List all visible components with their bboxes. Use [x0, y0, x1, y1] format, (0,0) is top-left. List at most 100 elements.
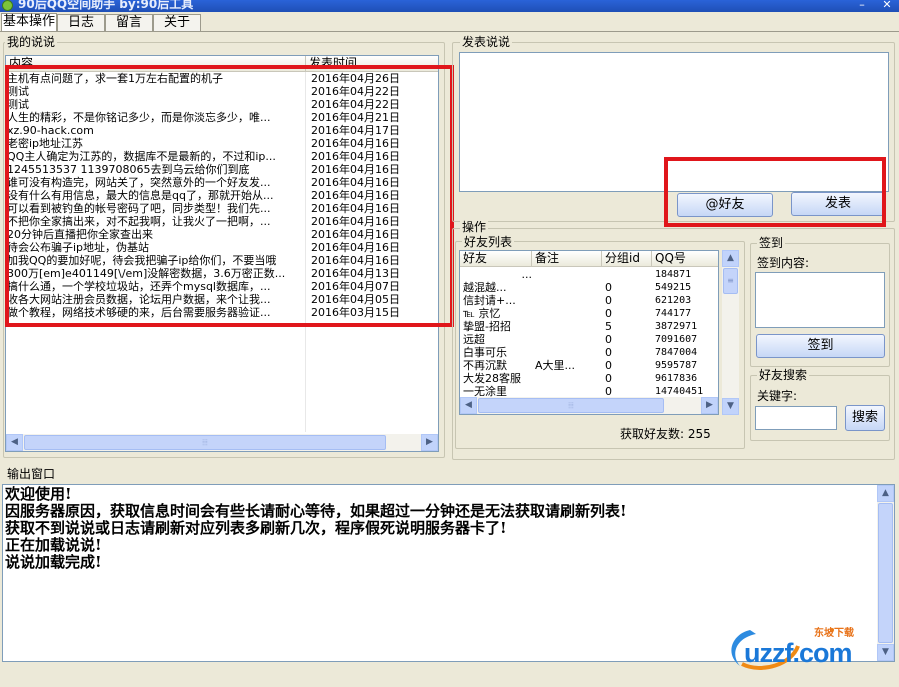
- post-content-cell: 300万[em]e401149[\/em]没解密数据，3.6万密正数...: [7, 267, 286, 280]
- post-content-cell: 谁可没有构造完，网站关了，突然意外的一个好友发...: [7, 176, 271, 189]
- friend-name-cell: ...: [521, 268, 533, 281]
- table-row[interactable]: QQ主人确定为江苏的，数据库不是最新的，不过和ip... 2016年04月16日: [6, 150, 438, 163]
- posts-hscrollbar[interactable]: ◀ ⦙⦙⦙ ▶: [6, 434, 438, 451]
- table-row[interactable]: 收各大网站注册会员数据，论坛用户数据，来个让我... 2016年04月05日: [6, 293, 438, 306]
- table-row[interactable]: 1245513537 1139708065去到乌云给你们到底 2016年04月16…: [6, 163, 438, 176]
- table-row[interactable]: 不把你全家搞出来，对不起我啊，让我火了一把啊，... 2016年04月16日: [6, 215, 438, 228]
- table-row[interactable]: 挚盟-招招 5 3872971: [460, 320, 718, 333]
- table-row[interactable]: 测试 2016年04月22日: [6, 98, 438, 111]
- friends-list[interactable]: 好友 备注 分组id QQ号 ... 184871 越混越... 0 549215 信封请…: [459, 250, 719, 415]
- column-header-note[interactable]: 备注: [532, 251, 602, 266]
- signin-content-input[interactable]: [755, 272, 885, 328]
- keyword-input[interactable]: [755, 406, 837, 430]
- tab-blog[interactable]: 日志: [57, 14, 105, 32]
- search-label: 好友搜索: [757, 368, 810, 382]
- scroll-thumb[interactable]: ⦙⦙⦙: [478, 398, 664, 413]
- my-posts-list[interactable]: 内容 发表时间 主机有点问题了，求一套1万左右配置的机子 2016年04月26日测…: [5, 55, 439, 452]
- friend-qq-cell: 9617836: [655, 373, 698, 384]
- table-row[interactable]: ℡ 京忆 0 744177: [460, 307, 718, 320]
- column-header-group[interactable]: 分组id: [602, 251, 652, 266]
- table-row[interactable]: 20分钟后直播把你全家查出来 2016年04月16日: [6, 228, 438, 241]
- friend-name-cell: 越混越...: [463, 281, 507, 294]
- post-content-cell: 主机有点问题了，求一套1万左右配置的机子: [7, 72, 223, 85]
- table-row[interactable]: 信封请+... 0 621203: [460, 294, 718, 307]
- post-date-cell: 2016年04月16日: [311, 189, 400, 202]
- tab-messages[interactable]: 留言: [105, 14, 153, 32]
- table-row[interactable]: 人生的精彩，不是你铭记多少，而是你淡忘多少，唯... 2016年04月21日: [6, 111, 438, 124]
- table-row[interactable]: 待会公布骗子ip地址，伪基站 2016年04月16日: [6, 241, 438, 254]
- table-row[interactable]: 谁可没有构造完，网站关了，突然意外的一个好友发... 2016年04月16日: [6, 176, 438, 189]
- scroll-thumb[interactable]: ⦙⦙⦙: [24, 435, 386, 450]
- table-row[interactable]: xz.90-hack.com 2016年04月17日: [6, 124, 438, 137]
- column-header-qq[interactable]: QQ号: [652, 251, 718, 266]
- post-date-cell: 2016年04月16日: [311, 228, 400, 241]
- scroll-left-icon[interactable]: ◀: [460, 397, 477, 414]
- friend-note-cell: A大里...: [535, 359, 576, 372]
- post-content-cell: 不把你全家搞出来，对不起我啊，让我火了一把啊，...: [7, 215, 271, 228]
- friends-vscrollbar[interactable]: ▲ ≡ ▼: [722, 250, 739, 415]
- table-row[interactable]: ... 184871: [460, 268, 718, 281]
- friend-name-cell: 远超: [463, 333, 485, 346]
- table-row[interactable]: 测试 2016年04月22日: [6, 85, 438, 98]
- friends-hscrollbar[interactable]: ◀ ⦙⦙⦙ ▶: [460, 397, 718, 414]
- actions-label: 操作: [460, 220, 489, 234]
- friend-qq-cell: 549215: [655, 282, 692, 293]
- post-content-cell: xz.90-hack.com: [7, 124, 94, 137]
- table-row[interactable]: 没有什么有用信息，最大的信息是qq了，那就开始从... 2016年04月16日: [6, 189, 438, 202]
- title-bar: 90后QQ空间助手 by:90后工具 – ✕: [0, 0, 899, 12]
- column-header-friend[interactable]: 好友: [460, 251, 532, 266]
- post-content-cell: 待会公布骗子ip地址，伪基站: [7, 241, 150, 254]
- minimize-button[interactable]: –: [851, 0, 873, 11]
- friend-qq-cell: 7091607: [655, 334, 698, 345]
- friend-name-cell: 挚盟-招招: [463, 320, 511, 333]
- friends-header: 好友 备注 分组id QQ号: [460, 251, 718, 267]
- table-row[interactable]: 远超 0 7091607: [460, 333, 718, 346]
- scroll-up-icon[interactable]: ▲: [877, 485, 894, 502]
- table-row[interactable]: 主机有点问题了，求一套1万左右配置的机子 2016年04月26日: [6, 72, 438, 85]
- post-date-cell: 2016年04月16日: [311, 163, 400, 176]
- table-row[interactable]: 白事可乐 0 7847004: [460, 346, 718, 359]
- scroll-right-icon[interactable]: ▶: [701, 397, 718, 414]
- tab-basic-ops[interactable]: 基本操作: [1, 13, 57, 32]
- scroll-thumb[interactable]: [878, 503, 893, 643]
- table-row[interactable]: 300万[em]e401149[\/em]没解密数据，3.6万密正数... 201…: [6, 267, 438, 280]
- post-date-cell: 2016年04月07日: [311, 280, 400, 293]
- column-header-date[interactable]: 发表时间: [306, 56, 438, 71]
- friend-qq-cell: 9595787: [655, 360, 698, 371]
- post-content-cell: 收各大网站注册会员数据，论坛用户数据，来个让我...: [7, 293, 271, 306]
- post-date-cell: 2016年04月16日: [311, 202, 400, 215]
- tab-about[interactable]: 关于: [153, 14, 201, 32]
- post-date-cell: 2016年04月26日: [311, 72, 400, 85]
- table-row[interactable]: 搞什么通，一个学校垃圾站，还弄个mysql数据库，... 2016年04月07日: [6, 280, 438, 293]
- close-button[interactable]: ✕: [876, 0, 898, 11]
- scroll-down-icon[interactable]: ▼: [722, 398, 739, 415]
- signin-button[interactable]: 签到: [756, 334, 885, 358]
- watermark-logo: 东坡下载 uzzf.com: [722, 626, 892, 676]
- table-row[interactable]: 做个教程，网络技术够硬的来，后台需要服务器验证... 2016年03月15日: [6, 306, 438, 319]
- table-row[interactable]: 加我QQ的要加好呢，待会我把骗子ip给你们，不要当哦 2016年04月16日: [6, 254, 438, 267]
- table-row[interactable]: 老密ip地址江苏 2016年04月16日: [6, 137, 438, 150]
- watermark-small-text: 东坡下载: [814, 628, 854, 639]
- post-date-cell: 2016年04月22日: [311, 85, 400, 98]
- publish-button[interactable]: 发表: [791, 192, 885, 216]
- scroll-left-icon[interactable]: ◀: [6, 434, 23, 451]
- friend-note-cell: [532, 307, 602, 320]
- output-line: 说说加载完成!: [5, 553, 102, 571]
- at-friend-button[interactable]: @好友: [677, 193, 773, 217]
- column-header-content[interactable]: 内容: [6, 56, 306, 71]
- post-content-textarea[interactable]: [459, 52, 889, 192]
- search-button[interactable]: 搜索: [845, 405, 885, 431]
- friend-group-cell: 0: [605, 346, 612, 359]
- table-row[interactable]: 越混越... 0 549215: [460, 281, 718, 294]
- scroll-right-icon[interactable]: ▶: [421, 434, 438, 451]
- scroll-thumb[interactable]: ≡: [723, 268, 738, 294]
- friend-group-cell: 0: [605, 359, 612, 372]
- friend-group-cell: 0: [605, 294, 612, 307]
- table-row[interactable]: 大发28客服 0 9617836: [460, 372, 718, 385]
- output-line: 因服务器原因，获取信息时间会有些长请耐心等待，如果超过一分钟还是无法获取请刷新列…: [5, 502, 627, 520]
- scroll-up-icon[interactable]: ▲: [722, 250, 739, 267]
- table-row[interactable]: 不再沉默 A大里... 0 9595787: [460, 359, 718, 372]
- output-line: 正在加载说说!: [5, 536, 102, 554]
- friend-name-cell: 信封请+...: [463, 294, 516, 307]
- table-row[interactable]: 可以看到被钓鱼的帐号密码了吧，同步类型！我们先... 2016年04月16日: [6, 202, 438, 215]
